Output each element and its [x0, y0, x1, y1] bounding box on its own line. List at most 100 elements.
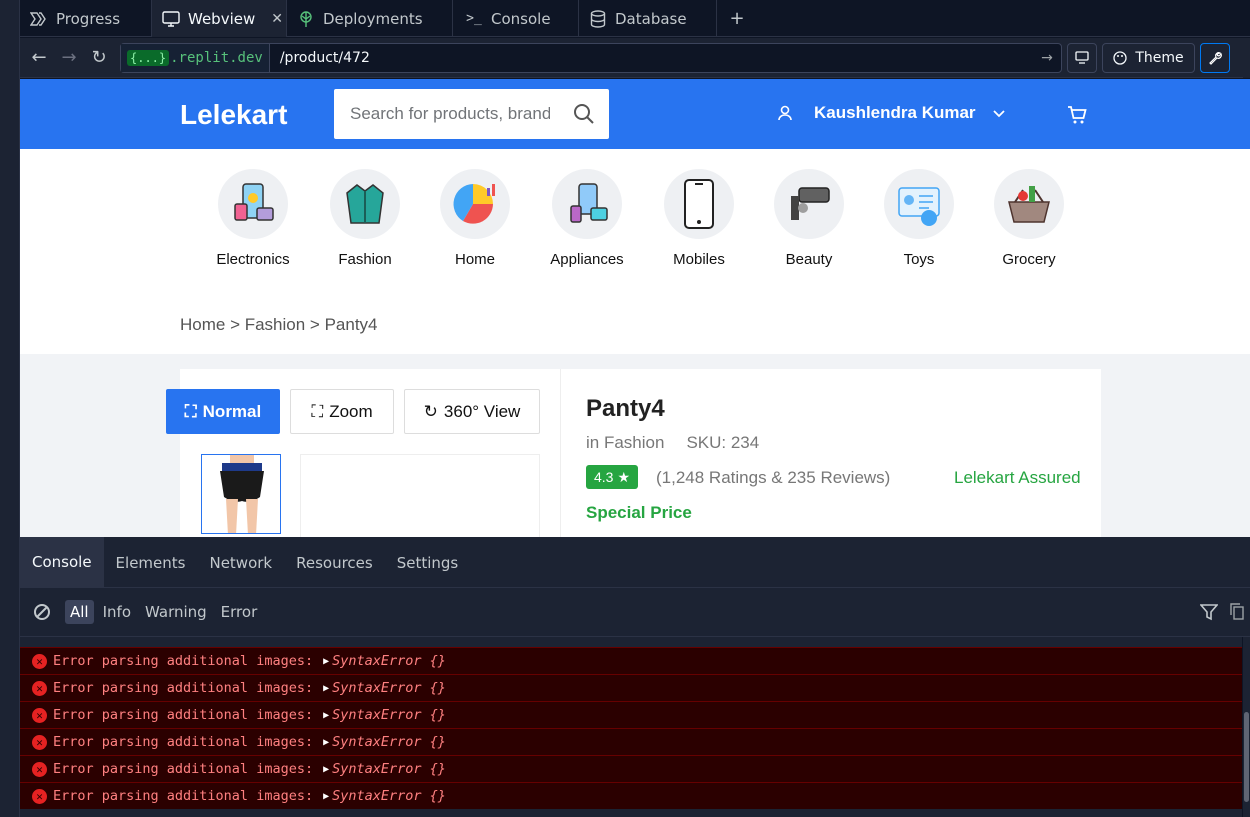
- error-icon: ✕: [32, 680, 47, 696]
- filter-error[interactable]: Error: [216, 600, 263, 624]
- error-log-row[interactable]: ✕ Error parsing additional images: ▶ Syntax…: [20, 782, 1242, 809]
- grocery-basket-icon: [994, 169, 1064, 239]
- error-object[interactable]: SyntaxError {}: [332, 761, 446, 777]
- devtools-tab-elements[interactable]: Elements: [104, 537, 198, 588]
- special-price-label: Special Price: [586, 503, 692, 522]
- tab-progress[interactable]: Progress: [20, 0, 152, 37]
- devtools-toggle-button[interactable]: [1067, 42, 1097, 73]
- filter-warning[interactable]: Warning: [140, 600, 212, 624]
- category-label: Mobiles: [673, 251, 725, 268]
- expand-triangle-icon[interactable]: ▶: [323, 764, 329, 775]
- console-scrollbar[interactable]: [1243, 637, 1250, 817]
- forward-button[interactable]: →: [54, 43, 84, 73]
- expand-triangle-icon[interactable]: ▶: [323, 710, 329, 721]
- add-tab-button[interactable]: +: [717, 0, 757, 37]
- search-placeholder: Search for products, brands and more: [350, 104, 550, 123]
- error-log-row[interactable]: ✕ Error parsing additional images: ▶ Syntax…: [20, 647, 1242, 674]
- product-meta: in Fashion SKU: 234: [586, 433, 759, 453]
- devtools-tab-resources[interactable]: Resources: [284, 537, 385, 588]
- category-label: Beauty: [785, 251, 833, 268]
- search-icon[interactable]: [573, 103, 595, 125]
- category-appliances[interactable]: Appliances: [532, 169, 642, 268]
- tab-deployments[interactable]: Deployments: [287, 0, 453, 37]
- error-message: Error parsing additional images:: [53, 653, 314, 669]
- site-logo[interactable]: Lelekart: [180, 99, 287, 131]
- error-message: Error parsing additional images:: [53, 761, 314, 777]
- product-title: Panty4: [586, 395, 665, 422]
- error-object[interactable]: SyntaxError {}: [332, 680, 446, 696]
- cart-icon[interactable]: [1066, 104, 1088, 126]
- product-thumbnail[interactable]: [201, 454, 281, 534]
- error-log-row[interactable]: ✕ Error parsing additional images: ▶ Syntax…: [20, 701, 1242, 728]
- main-product-image[interactable]: [300, 454, 540, 537]
- go-arrow-icon[interactable]: →: [1033, 50, 1061, 66]
- category-strip: Electronics Fashion Home Appliances Mobi…: [20, 149, 1250, 354]
- url-field[interactable]: {...} .replit.dev /product/472 →: [120, 42, 1062, 73]
- category-home[interactable]: Home: [420, 169, 530, 268]
- filter-all[interactable]: All: [65, 600, 94, 624]
- error-log-row[interactable]: ✕ Error parsing additional images: ▶ Syntax…: [20, 728, 1242, 755]
- category-fashion[interactable]: Fashion: [310, 169, 420, 268]
- reload-button[interactable]: ↻: [84, 43, 114, 73]
- home-chart-icon: [440, 169, 510, 239]
- progress-icon: [30, 10, 48, 28]
- tab-webview[interactable]: Webview ✕: [152, 0, 287, 37]
- search-input[interactable]: Search for products, brands and more: [334, 89, 609, 139]
- category-grocery[interactable]: Grocery: [974, 169, 1084, 268]
- expand-triangle-icon[interactable]: ▶: [323, 683, 329, 694]
- tab-label: Deployments: [323, 9, 423, 28]
- arrow-left-icon: ←: [31, 47, 47, 68]
- wrench-button[interactable]: [1200, 42, 1230, 73]
- theme-label: Theme: [1135, 49, 1184, 66]
- devtools-tab-network[interactable]: Network: [197, 537, 284, 588]
- expand-triangle-icon[interactable]: ▶: [323, 656, 329, 667]
- tab-label: Progress: [56, 9, 121, 28]
- error-message: Error parsing additional images:: [53, 680, 314, 696]
- normal-view-button[interactable]: ⛶ Normal: [166, 389, 280, 434]
- url-domain: .replit.dev: [170, 49, 263, 66]
- zoom-view-button[interactable]: ⛶ Zoom: [290, 389, 394, 434]
- category-toys[interactable]: Toys: [864, 169, 974, 268]
- devtools-tabs: Console Elements Network Resources Setti…: [20, 537, 1250, 588]
- devtools-tab-console[interactable]: Console: [20, 537, 104, 588]
- error-object[interactable]: SyntaxError {}: [332, 734, 446, 750]
- frame-icon: ⛶: [184, 401, 197, 421]
- monitor-icon: [162, 10, 180, 28]
- tab-console[interactable]: >_ Console: [453, 0, 579, 37]
- screen-icon: [1075, 51, 1089, 64]
- rating-counts: (1,248 Ratings & 235 Reviews): [656, 468, 891, 487]
- back-button[interactable]: ←: [24, 43, 54, 73]
- scrollbar-thumb[interactable]: [1244, 712, 1249, 802]
- devtools-tab-settings[interactable]: Settings: [385, 537, 471, 588]
- error-object[interactable]: SyntaxError {}: [332, 653, 446, 669]
- category-mobiles[interactable]: Mobiles: [644, 169, 754, 268]
- filter-info[interactable]: Info: [98, 600, 136, 624]
- category-label: Fashion: [338, 251, 392, 268]
- error-log-row[interactable]: ✕ Error parsing additional images: ▶ Syntax…: [20, 755, 1242, 782]
- url-path[interactable]: /product/472: [280, 50, 1033, 66]
- appliances-icon: [552, 169, 622, 239]
- error-icon: ✕: [32, 734, 47, 750]
- expand-triangle-icon[interactable]: ▶: [323, 791, 329, 802]
- breadcrumb[interactable]: Home > Fashion > Panty4: [180, 315, 378, 335]
- 360-view-button[interactable]: ↻ 360° View: [404, 389, 540, 434]
- product-sku: SKU: 234: [686, 433, 760, 452]
- copy-icon[interactable]: [1230, 603, 1244, 625]
- rotate-icon: ↻: [423, 401, 438, 421]
- close-tab-icon[interactable]: ✕: [271, 11, 283, 27]
- user-menu[interactable]: Kaushlendra Kumar: [776, 103, 1006, 123]
- funnel-icon[interactable]: [1199, 603, 1219, 625]
- product-card: ⛶ Normal ⛶ Zoom ↻ 360° View Panty4 in Fashi…: [166, 369, 1101, 537]
- theme-button[interactable]: Theme: [1102, 42, 1195, 73]
- category-electronics[interactable]: Electronics: [198, 169, 308, 268]
- site-header: Lelekart Search for products, brands and…: [20, 79, 1250, 149]
- expand-triangle-icon[interactable]: ▶: [323, 737, 329, 748]
- error-log-row[interactable]: ✕ Error parsing additional images: ▶ Syntax…: [20, 674, 1242, 701]
- clear-console-icon[interactable]: [33, 603, 51, 621]
- category-beauty[interactable]: Beauty: [754, 169, 864, 268]
- error-object[interactable]: SyntaxError {}: [332, 788, 446, 804]
- tab-label: Console: [491, 9, 551, 28]
- tab-database[interactable]: Database: [579, 0, 717, 37]
- error-object[interactable]: SyntaxError {}: [332, 707, 446, 723]
- category-label: Electronics: [216, 251, 290, 268]
